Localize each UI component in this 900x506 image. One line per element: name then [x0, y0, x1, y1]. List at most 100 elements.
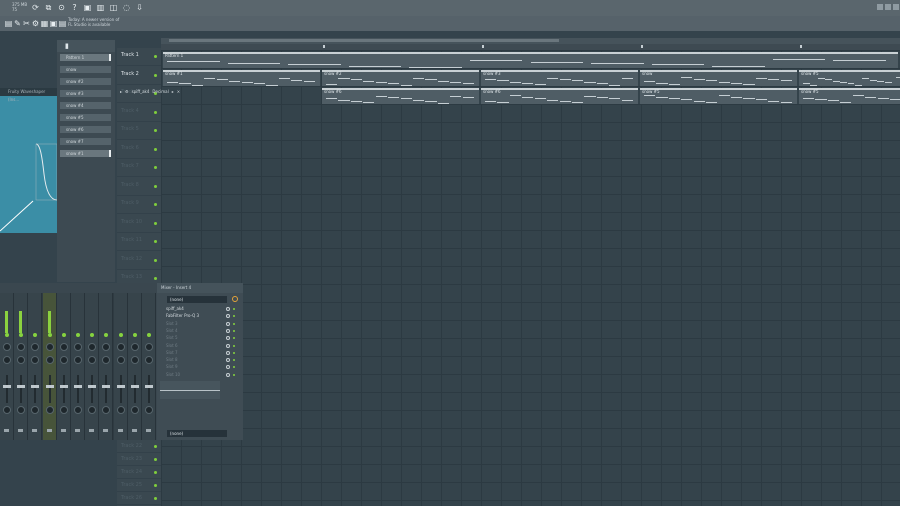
stereo-knob[interactable]: [59, 356, 68, 364]
maximize-button[interactable]: [885, 4, 891, 10]
playlist-grid[interactable]: Pattern 1 snow #1 snow #2 snow #3 snow snow #…: [161, 50, 900, 506]
mixer-strip[interactable]: [28, 293, 43, 440]
pattern-clip[interactable]: snow #5: [640, 88, 797, 104]
effect-slot[interactable]: Slot 3: [162, 321, 236, 327]
mix-knob-icon[interactable]: [226, 321, 230, 326]
send-knob[interactable]: [74, 406, 82, 414]
route-arrow-icon[interactable]: [75, 429, 80, 432]
mixer-icon[interactable]: ⧉: [44, 3, 53, 12]
mixer-strip[interactable]: [42, 293, 57, 440]
slot-enable-led[interactable]: [233, 373, 235, 376]
mixer-strip[interactable]: [113, 293, 128, 440]
effect-slot[interactable]: FabFilter Pro-Q 3: [162, 313, 236, 319]
mixer-window[interactable]: Mixer - Insert 4 (none) spiff_ak4 FabFilt…: [0, 283, 243, 440]
track-mute-led[interactable]: [154, 458, 157, 461]
download-icon[interactable]: ⇩: [135, 3, 144, 12]
pattern-item[interactable]: snow #7: [60, 138, 111, 145]
slot-enable-led[interactable]: [233, 308, 235, 310]
strip-active-led[interactable]: [61, 333, 66, 337]
stereo-knob[interactable]: [3, 356, 11, 364]
waveshaper-curve[interactable]: [0, 96, 58, 233]
route-arrow-icon[interactable]: [117, 429, 123, 432]
effect-slot[interactable]: Slot 7: [162, 350, 236, 356]
pan-knob[interactable]: [59, 343, 68, 351]
mixer-strip[interactable]: [142, 293, 156, 440]
track-header[interactable]: Track 23: [117, 453, 161, 466]
send-knob[interactable]: [102, 406, 111, 414]
automation-clip-header[interactable]: ▸ ⚙ spiff_ak4 Decimal ▸ ×: [120, 86, 206, 96]
route-arrow-icon[interactable]: [131, 429, 137, 432]
slot-enable-led[interactable]: [233, 322, 235, 325]
volume-fader[interactable]: [3, 385, 11, 388]
route-arrow-icon[interactable]: [18, 429, 24, 432]
mix-knob-icon[interactable]: [226, 365, 230, 370]
input-select[interactable]: (none): [167, 296, 227, 303]
strip-active-led[interactable]: [47, 333, 52, 337]
track-mute-led[interactable]: [154, 240, 157, 243]
pan-knob[interactable]: [116, 343, 125, 351]
effect-slot[interactable]: Slot 5: [162, 335, 236, 341]
track-mute-led[interactable]: [154, 55, 157, 58]
pattern-clip[interactable]: snow: [640, 70, 797, 86]
track-mute-led[interactable]: [154, 497, 157, 500]
piano-icon[interactable]: ▮: [57, 40, 115, 52]
mixer-strip[interactable]: [85, 293, 100, 440]
mix-knob-icon[interactable]: [226, 350, 230, 355]
route-arrow-icon[interactable]: [103, 429, 109, 432]
strip-active-led[interactable]: [33, 333, 38, 337]
track-header[interactable]: Track 24: [117, 466, 161, 479]
route-arrow-icon[interactable]: [60, 429, 66, 432]
mixer-strip[interactable]: [71, 293, 85, 440]
volume-fader[interactable]: [17, 385, 26, 388]
cpu-icon[interactable]: ◫: [109, 3, 118, 12]
track-header[interactable]: Track 12: [117, 252, 161, 270]
slot-enable-led[interactable]: [233, 351, 235, 354]
track-mute-led[interactable]: [154, 221, 157, 225]
close-button[interactable]: [893, 4, 899, 10]
send-knob[interactable]: [17, 406, 26, 414]
pan-knob[interactable]: [31, 343, 40, 351]
stereo-knob[interactable]: [45, 356, 54, 364]
strip-active-led[interactable]: [118, 333, 123, 337]
track-header[interactable]: Track 22: [117, 440, 161, 453]
effect-slot[interactable]: Slot 9: [162, 364, 236, 370]
stereo-knob[interactable]: [145, 356, 153, 364]
route-arrow-icon[interactable]: [32, 429, 38, 432]
mix-knob-icon[interactable]: [226, 307, 230, 311]
pan-knob[interactable]: [3, 343, 11, 351]
pattern-clip[interactable]: snow #6: [322, 88, 479, 104]
stereo-knob[interactable]: [130, 356, 139, 364]
volume-fader[interactable]: [59, 385, 68, 388]
pattern-clip[interactable]: Pattern 1: [163, 52, 898, 68]
help-icon[interactable]: ?: [70, 3, 79, 12]
strip-active-led[interactable]: [104, 333, 109, 337]
track-header[interactable]: Track 5: [117, 122, 161, 140]
effect-slot[interactable]: Slot 6: [162, 343, 236, 349]
pan-knob[interactable]: [17, 343, 26, 351]
track-mute-led[interactable]: [154, 73, 157, 77]
eq-curve[interactable]: [160, 381, 220, 399]
mixer-strip[interactable]: [0, 293, 14, 440]
volume-fader[interactable]: [102, 385, 111, 388]
pan-knob[interactable]: [74, 343, 82, 351]
volume-fader[interactable]: [116, 385, 125, 388]
pattern-item[interactable]: snow #1: [60, 150, 111, 157]
new-file-icon[interactable]: ▤: [4, 19, 13, 28]
stereo-knob[interactable]: [102, 356, 111, 364]
track-header[interactable]: Track 8: [117, 178, 161, 196]
track-header[interactable]: Track 9: [117, 196, 161, 214]
news-panel[interactable]: Today: A newer version of FL Studio is a…: [68, 17, 119, 27]
send-knob[interactable]: [88, 406, 97, 414]
pattern-clip[interactable]: snow #3: [481, 70, 638, 86]
volume-fader[interactable]: [88, 385, 97, 388]
pattern-item[interactable]: snow #6: [60, 126, 111, 133]
slot-enable-led[interactable]: [233, 344, 235, 347]
mixer-strip[interactable]: [14, 293, 29, 440]
track-mute-led[interactable]: [154, 471, 157, 474]
track-mute-led[interactable]: [154, 166, 157, 169]
route-arrow-icon[interactable]: [89, 429, 95, 432]
pan-knob[interactable]: [130, 343, 139, 351]
strip-active-led[interactable]: [147, 333, 151, 337]
pattern-item[interactable]: snow: [60, 66, 111, 73]
browser-icon[interactable]: ▣: [49, 19, 58, 28]
